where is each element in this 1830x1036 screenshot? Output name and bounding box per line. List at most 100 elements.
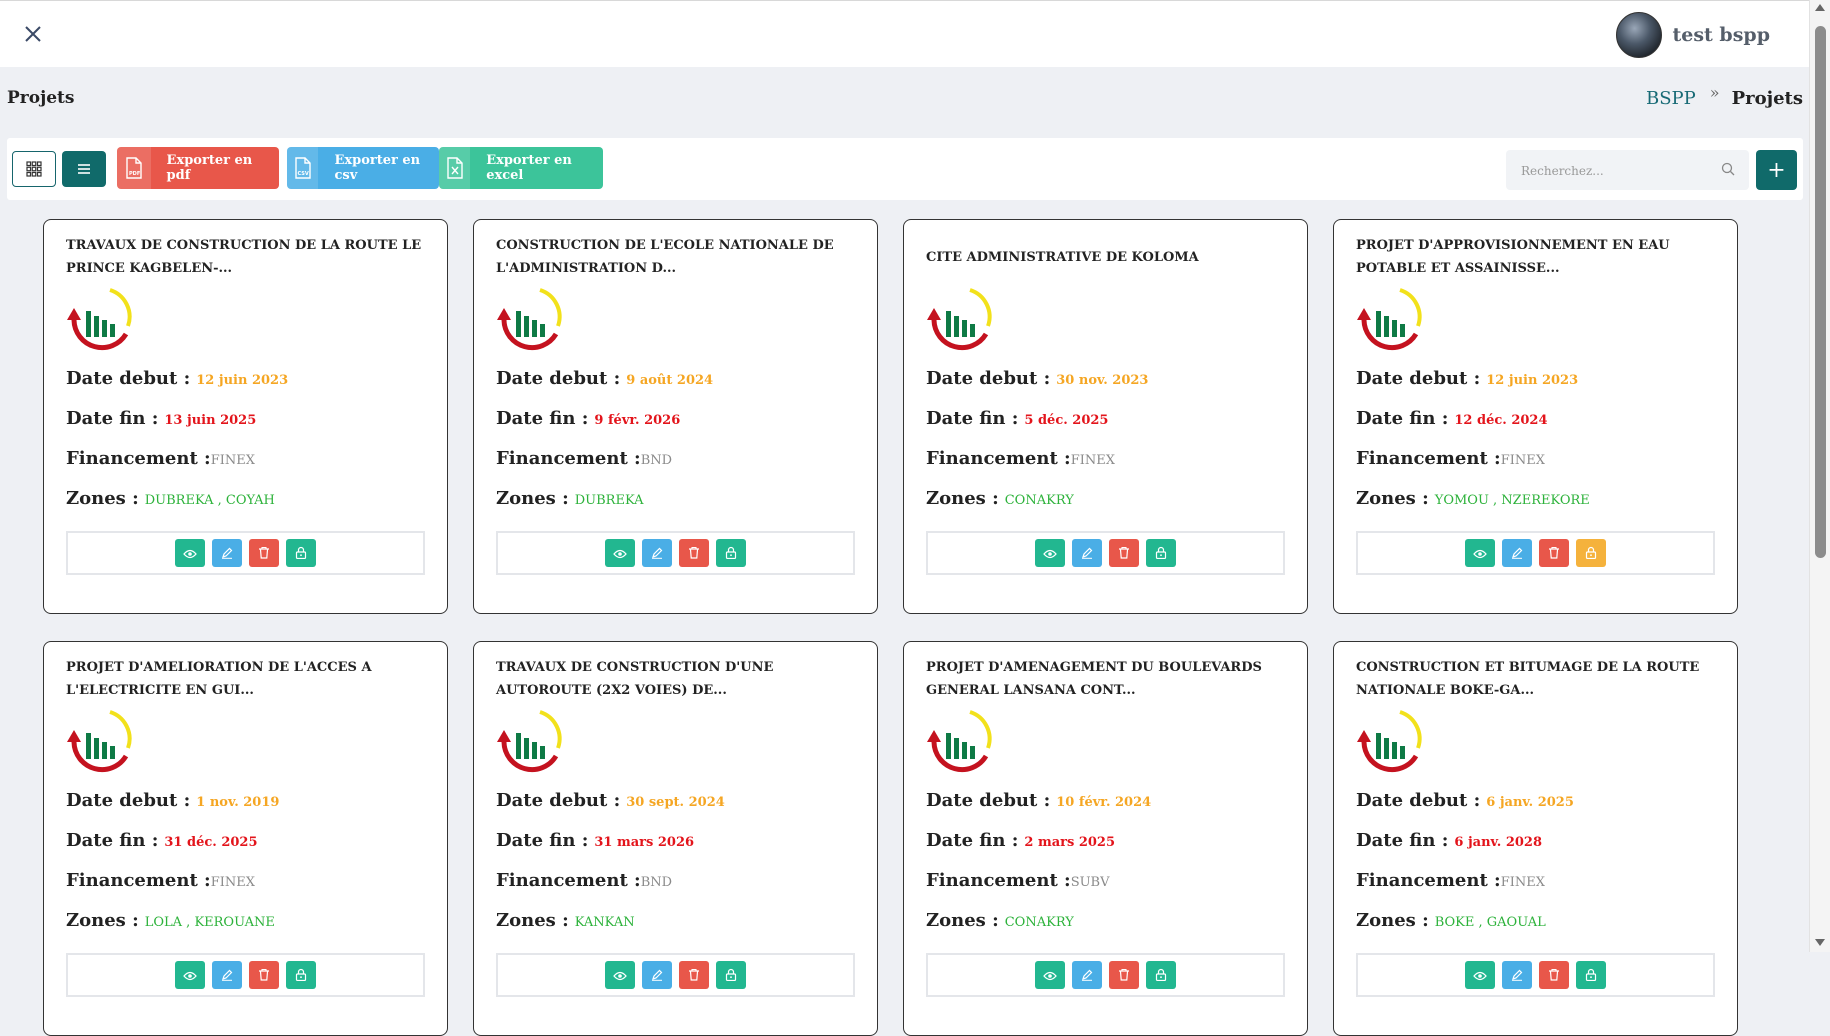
project-card: PROJET D'APPROVISIONNEMENT EN EAU POTABL… — [1333, 219, 1738, 614]
financement-value: BND — [640, 875, 673, 890]
view-button[interactable] — [605, 539, 635, 567]
financement-value: BND — [640, 453, 673, 468]
financement-label: Financement : — [1356, 448, 1501, 469]
zones-row: Zones : LOLA , KEROUANE — [66, 910, 425, 950]
scroll-up-icon[interactable] — [1815, 4, 1825, 11]
date-debut-row: Date debut : 30 sept. 2024 — [496, 790, 855, 830]
view-button[interactable] — [1035, 539, 1065, 567]
zones-row: Zones : BOKE , GAOUAL — [1356, 910, 1715, 950]
financement-row: Financement : FINEX — [66, 448, 425, 488]
delete-button[interactable] — [249, 961, 279, 989]
zones-label: Zones : — [1356, 910, 1429, 931]
search-icon[interactable] — [1721, 162, 1735, 176]
delete-button[interactable] — [1109, 539, 1139, 567]
card-actions — [926, 953, 1285, 997]
lock-button[interactable] — [286, 539, 316, 567]
view-button[interactable] — [1465, 539, 1495, 567]
search-input[interactable] — [1519, 150, 1717, 192]
zones-value: LOLA , KEROUANE — [144, 915, 275, 930]
pencil-icon — [221, 966, 233, 985]
lock-icon — [1585, 966, 1597, 985]
date-fin-value: 2 mars 2025 — [1024, 835, 1116, 850]
eye-icon — [183, 966, 197, 985]
avatar[interactable] — [1616, 12, 1663, 58]
project-title: TRAVAUX DE CONSTRUCTION DE LA ROUTE LE P… — [66, 238, 422, 276]
financement-row: Financement : BND — [496, 870, 855, 910]
lock-icon — [725, 966, 737, 985]
scrollbar[interactable] — [1809, 0, 1830, 952]
zones-value: BOKE , GAOUAL — [1434, 915, 1546, 930]
search-box — [1506, 150, 1749, 192]
export-excel-label: Exporter en excel — [486, 153, 572, 183]
close-icon[interactable] — [20, 21, 46, 47]
eye-icon — [183, 544, 197, 563]
date-debut-label: Date debut : — [496, 790, 621, 811]
delete-button[interactable] — [1539, 961, 1569, 989]
view-button[interactable] — [1465, 961, 1495, 989]
financement-value: FINEX — [1500, 875, 1545, 890]
project-logo-icon — [927, 710, 992, 773]
lock-button[interactable] — [286, 961, 316, 989]
trash-icon — [1118, 966, 1130, 985]
eye-icon — [1043, 544, 1057, 563]
export-csv-button[interactable]: CSV Exporter en csv — [287, 147, 439, 189]
project-logo-icon — [67, 288, 132, 351]
project-title: CONSTRUCTION DE L'ECOLE NATIONALE DE L'A… — [496, 238, 834, 276]
delete-button[interactable] — [1109, 961, 1139, 989]
user-menu[interactable]: test bspp — [1616, 12, 1770, 58]
financement-label: Financement : — [496, 870, 641, 891]
financement-value: SUBV — [1070, 875, 1110, 890]
pencil-icon — [221, 544, 233, 563]
lock-button[interactable] — [716, 961, 746, 989]
project-title: PROJET D'AMELIORATION DE L'ACCES A L'ELE… — [66, 660, 372, 698]
date-fin-value: 13 juin 2025 — [164, 413, 257, 428]
date-fin-label: Date fin : — [1356, 830, 1449, 851]
edit-button[interactable] — [1072, 539, 1102, 567]
view-button[interactable] — [605, 961, 635, 989]
lock-button[interactable] — [1146, 961, 1176, 989]
date-fin-row: Date fin : 12 déc. 2024 — [1356, 408, 1715, 448]
svg-text:PDF: PDF — [129, 171, 140, 177]
grid-view-button[interactable] — [12, 151, 56, 187]
project-card: PROJET D'AMENAGEMENT DU BOULEVARDS GENER… — [903, 641, 1308, 1036]
list-view-button[interactable] — [62, 151, 106, 187]
project-title: PROJET D'APPROVISIONNEMENT EN EAU POTABL… — [1356, 238, 1670, 276]
edit-button[interactable] — [1502, 539, 1532, 567]
edit-button[interactable] — [642, 539, 672, 567]
trash-icon — [258, 544, 270, 563]
lock-button[interactable] — [1146, 539, 1176, 567]
export-excel-button[interactable]: Exporter en excel — [439, 147, 603, 189]
delete-button[interactable] — [249, 539, 279, 567]
delete-button[interactable] — [1539, 539, 1569, 567]
date-fin-row: Date fin : 13 juin 2025 — [66, 408, 425, 448]
lock-button[interactable] — [1576, 539, 1606, 567]
edit-button[interactable] — [212, 539, 242, 567]
financement-row: Financement : FINEX — [1356, 870, 1715, 910]
view-button[interactable] — [175, 539, 205, 567]
delete-button[interactable] — [679, 961, 709, 989]
edit-button[interactable] — [212, 961, 242, 989]
lock-button[interactable] — [1576, 961, 1606, 989]
date-fin-row: Date fin : 6 janv. 2028 — [1356, 830, 1715, 870]
scrollbar-thumb[interactable] — [1815, 26, 1826, 558]
delete-button[interactable] — [679, 539, 709, 567]
add-project-button[interactable]: + — [1756, 150, 1797, 190]
date-debut-value: 10 févr. 2024 — [1056, 795, 1152, 810]
edit-button[interactable] — [1072, 961, 1102, 989]
edit-button[interactable] — [642, 961, 672, 989]
lock-icon — [1585, 544, 1597, 563]
export-pdf-button[interactable]: PDF Exporter en pdf — [117, 147, 279, 189]
view-button[interactable] — [175, 961, 205, 989]
lock-button[interactable] — [716, 539, 746, 567]
edit-button[interactable] — [1502, 961, 1532, 989]
financement-row: Financement : BND — [496, 448, 855, 488]
date-fin-row: Date fin : 9 févr. 2026 — [496, 408, 855, 448]
zones-value: KANKAN — [574, 915, 635, 930]
date-fin-label: Date fin : — [66, 830, 159, 851]
zones-row: Zones : DUBREKA , COYAH — [66, 488, 425, 528]
breadcrumb-root-link[interactable]: BSPP — [1646, 88, 1696, 109]
breadcrumb-separator-icon: » — [1709, 83, 1720, 102]
scroll-down-icon[interactable] — [1815, 939, 1825, 946]
zones-label: Zones : — [66, 488, 139, 509]
view-button[interactable] — [1035, 961, 1065, 989]
